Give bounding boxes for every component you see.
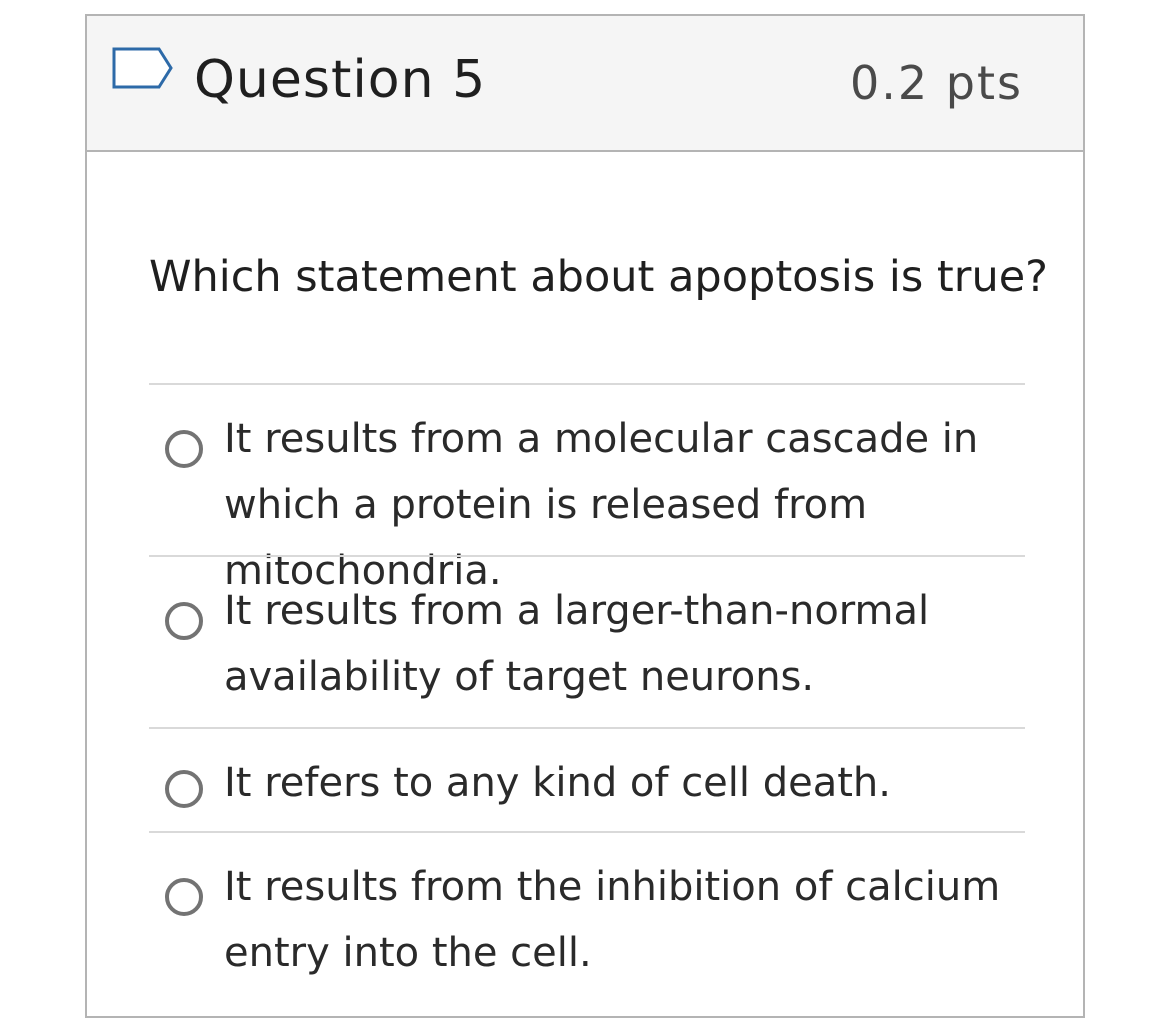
radio-button[interactable] [165,602,203,640]
question-header: Question 5 0.2 pts [87,16,1083,152]
answer-option[interactable]: It refers to any kind of cell death. [149,727,1025,831]
radio-button[interactable] [165,770,203,808]
question-title: Question 5 [194,50,487,110]
answer-label[interactable]: It results from a larger-than-normal ava… [224,578,1024,710]
answer-label[interactable]: It results from the inhibition of calciu… [224,854,1024,986]
answer-option[interactable]: It results from the inhibition of calciu… [149,831,1025,1003]
question-text: Which statement about apoptosis is true? [149,252,1048,302]
radio-button[interactable] [165,878,203,916]
answer-option[interactable]: It results from a molecular cascade in w… [149,383,1025,594]
answer-option[interactable]: It results from a larger-than-normal ava… [149,555,1025,727]
radio-button[interactable] [165,430,203,468]
flag-question-icon[interactable] [111,46,175,100]
question-card: Question 5 0.2 pts Which statement about… [85,14,1085,1018]
answer-list: It results from a molecular cascade in w… [149,383,1025,1003]
answer-label[interactable]: It refers to any kind of cell death. [224,750,1024,816]
question-points: 0.2 pts [850,56,1023,110]
